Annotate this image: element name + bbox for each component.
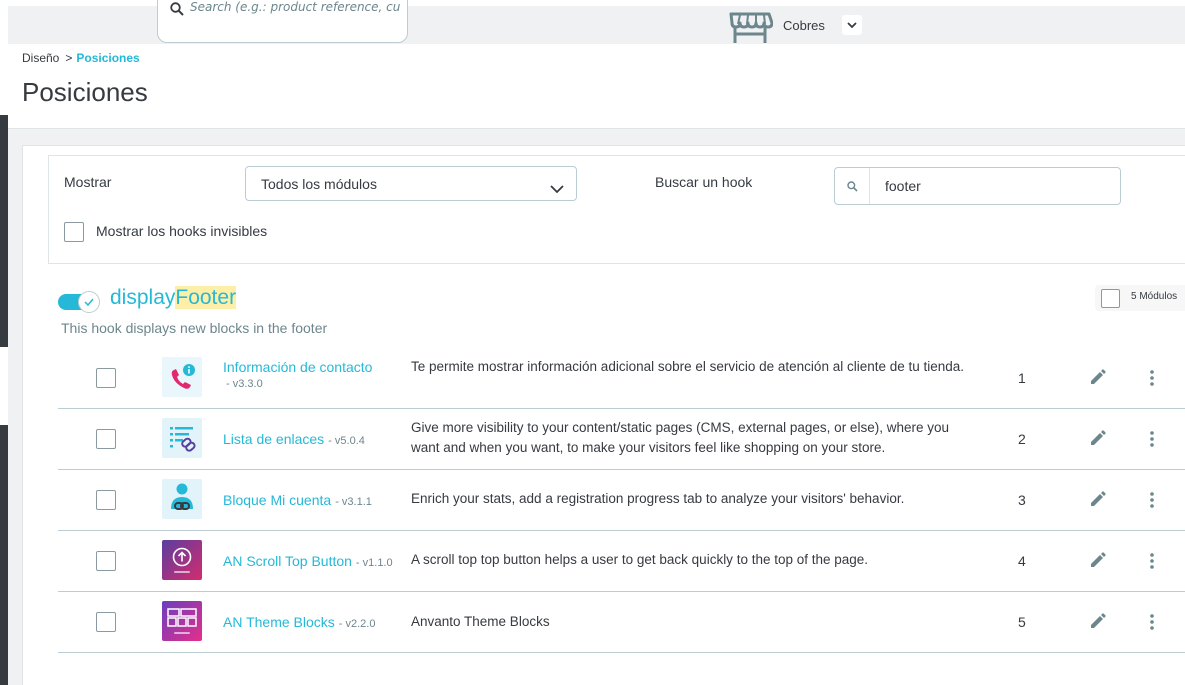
search-hook-label: Buscar un hook <box>655 174 753 190</box>
module-name[interactable]: Bloque Mi cuenta - v3.1.1 <box>223 492 372 508</box>
module-checkbox[interactable] <box>96 551 116 571</box>
search-icon <box>170 1 184 20</box>
check-icon <box>78 291 100 313</box>
module-version: - v3.3.0 <box>226 378 263 390</box>
module-version: - v3.1.1 <box>335 496 372 508</box>
breadcrumb-separator: > <box>65 51 73 65</box>
module-name-text[interactable]: Bloque Mi cuenta <box>223 492 331 508</box>
module-position: 5 <box>1018 614 1026 630</box>
hook-name-match: Footer <box>175 286 237 309</box>
more-vertical-icon[interactable] <box>1144 369 1160 387</box>
module-checkbox[interactable] <box>96 368 116 388</box>
module-row: Bloque Mi cuenta - v3.1.1 Enrich your sta… <box>58 470 1185 531</box>
edit-icon[interactable] <box>1089 490 1107 508</box>
breadcrumb: Diseño > Posiciones <box>22 51 140 65</box>
breadcrumb-parent[interactable]: Diseño <box>22 51 59 65</box>
module-row: AN Scroll Top Button - v1.1.0 A scroll to… <box>58 531 1185 592</box>
shop-name[interactable]: Cobres <box>783 18 825 33</box>
module-description: Te permite mostrar información adicional… <box>411 359 965 374</box>
sidebar-edge <box>0 0 8 685</box>
hook-search[interactable] <box>834 167 1121 205</box>
module-position: 3 <box>1018 492 1026 508</box>
account-icon <box>162 479 202 519</box>
edit-icon[interactable] <box>1089 429 1107 447</box>
search-icon <box>835 168 870 204</box>
module-name[interactable]: Información de contacto <box>223 359 372 375</box>
module-description: Give more visibility to your content/sta… <box>411 420 949 455</box>
global-search-input[interactable] <box>190 0 400 15</box>
contact-phone-icon <box>162 357 202 397</box>
edit-icon[interactable] <box>1089 368 1107 386</box>
module-name-text[interactable]: Lista de enlaces <box>223 431 324 447</box>
page-title: Posiciones <box>22 77 148 107</box>
chevron-down-icon[interactable] <box>842 15 862 35</box>
invisible-hooks-checkbox[interactable] <box>64 222 84 242</box>
module-checkbox[interactable] <box>96 490 116 510</box>
hook-name: displayFooter <box>110 286 237 310</box>
global-search[interactable] <box>157 0 408 43</box>
module-version: - v5.0.4 <box>328 435 365 447</box>
module-version: - v2.2.0 <box>338 618 376 630</box>
select-all-modules[interactable]: 5 Módulos <box>1095 285 1185 311</box>
edit-icon[interactable] <box>1089 551 1107 569</box>
module-row: Información de contacto - v3.3.0 Te perm… <box>58 348 1185 409</box>
module-position: 4 <box>1018 553 1026 569</box>
store-icon <box>727 12 774 48</box>
chevron-down-icon <box>550 179 564 198</box>
select-all-checkbox[interactable] <box>1101 289 1120 308</box>
module-description: Anvanto Theme Blocks <box>411 614 550 629</box>
hook-name-prefix: display <box>110 286 176 309</box>
module-position: 1 <box>1018 370 1026 386</box>
sidebar-edge-segment <box>0 425 8 685</box>
more-vertical-icon[interactable] <box>1144 430 1160 448</box>
module-position: 2 <box>1018 431 1026 447</box>
module-count: 5 Módulos <box>1131 291 1178 302</box>
module-filter-select[interactable]: Todos los módulos <box>245 166 577 201</box>
theme-blocks-icon <box>162 601 202 641</box>
sidebar-edge-segment <box>0 115 8 347</box>
hook-description: This hook displays new blocks in the foo… <box>61 320 328 336</box>
module-filter-value: Todos los módulos <box>261 176 377 192</box>
module-name-text[interactable]: AN Scroll Top Button <box>223 553 352 569</box>
scroll-top-icon <box>162 540 202 580</box>
more-vertical-icon[interactable] <box>1144 491 1160 509</box>
module-row: AN Theme Blocks - v2.2.0 Anvanto Theme Bl… <box>58 592 1185 653</box>
link-list-icon <box>162 418 202 458</box>
module-version: - v1.1.0 <box>355 557 393 569</box>
show-label: Mostrar <box>64 174 112 190</box>
module-name[interactable]: Lista de enlaces - v5.0.4 <box>223 431 365 447</box>
more-vertical-icon[interactable] <box>1144 552 1160 570</box>
edit-icon[interactable] <box>1089 612 1107 630</box>
more-vertical-icon[interactable] <box>1144 613 1160 631</box>
module-name[interactable]: AN Scroll Top Button - v1.1.0 <box>223 553 393 569</box>
hook-toggle[interactable] <box>58 291 100 313</box>
module-description: Enrich your stats, add a registration pr… <box>411 491 905 506</box>
module-row: Lista de enlaces - v5.0.4 Give more visib… <box>58 409 1185 470</box>
module-name-text[interactable]: AN Theme Blocks <box>223 614 335 630</box>
module-checkbox[interactable] <box>96 429 116 449</box>
invisible-hooks-label: Mostrar los hooks invisibles <box>96 223 268 239</box>
breadcrumb-current[interactable]: Posiciones <box>76 51 139 65</box>
hook-search-input[interactable] <box>885 178 1105 194</box>
module-description: A scroll top top button helps a user to … <box>411 552 869 567</box>
module-checkbox[interactable] <box>96 612 116 632</box>
module-name[interactable]: AN Theme Blocks - v2.2.0 <box>223 614 375 630</box>
